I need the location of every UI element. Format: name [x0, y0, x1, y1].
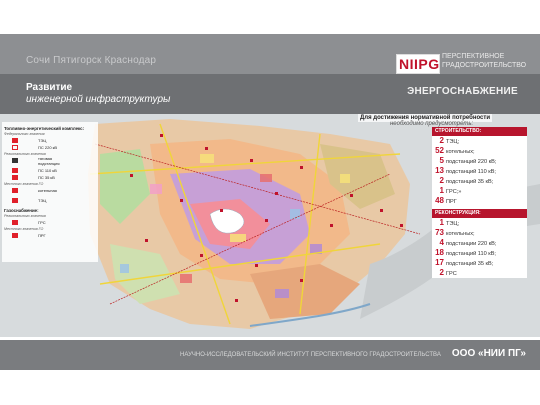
legend-prg-icon: [12, 233, 18, 238]
stats-panel: СТРОИТЕЛЬСТВО: 2 ТЭЦ; 52 котельных; 5 подст…: [432, 127, 527, 278]
count: 48: [435, 196, 444, 205]
legend-traction-icon: [12, 158, 18, 163]
item-label: ТЭЦ;: [446, 139, 460, 145]
list-item: 13 подстанций 110 кВ;: [432, 166, 527, 176]
legend-heading-gas: Газоснабжение:: [4, 208, 39, 213]
legend-ps110-icon: [12, 168, 18, 173]
legend-item-label: ТЭЦ: [38, 198, 47, 203]
list-item: 18 подстанций 110 кВ;: [432, 248, 527, 258]
slide: Сочи Пятигорск Краснодар NIIPG ПЕРСПЕКТИ…: [0, 0, 540, 405]
list-item: 2 ГРС: [432, 268, 527, 278]
logo-title: ПЕРСПЕКТИВНОЕ ГРАДОСТРОИТЕЛЬСТВО: [442, 52, 526, 70]
item-label: ГРС;»: [446, 189, 462, 195]
logo-mark: NIIPG: [399, 56, 440, 72]
logo-line-2: ГРАДОСТРОИТЕЛЬСТВО: [442, 62, 527, 69]
count: 2: [439, 176, 444, 185]
title-line-1: Развитие: [26, 82, 73, 93]
logo-line-1: ПЕРСПЕКТИВНОЕ: [442, 53, 505, 60]
count: 2: [439, 136, 444, 145]
legend-item-label: тяговая подстанция: [38, 156, 60, 166]
legend-item-label: ПРГ: [38, 233, 46, 238]
item-label: ТЭЦ;: [446, 221, 460, 227]
legend-tec-local-icon: [12, 198, 18, 203]
legend-ps220-icon: [12, 145, 18, 150]
item-label: ГРС: [446, 271, 457, 277]
count: 73: [435, 228, 444, 237]
breadcrumb: Сочи Пятигорск Краснодар: [26, 55, 157, 66]
count: 17: [435, 258, 444, 267]
section-label: ЭНЕРГОСНАБЖЕНИЕ: [407, 86, 518, 97]
construction-heading: СТРОИТЕЛЬСТВО:: [432, 127, 527, 136]
list-item: 2 ТЭЦ;: [432, 136, 527, 146]
legend-item-label: ПС 110 кВ: [38, 168, 57, 173]
count: 4: [439, 238, 444, 247]
item-label: котельных;: [446, 149, 475, 155]
item-label: ПРГ: [446, 199, 457, 205]
legend-local-gas: Местного значения ГО: [4, 227, 44, 231]
list-item: 17 подстанций 35 кВ;: [432, 258, 527, 268]
list-item: 2 подстанций 35 кВ;: [432, 176, 527, 186]
legend-item-label: ГРС: [38, 220, 46, 225]
company-logo: NIIPG: [396, 54, 440, 74]
footer-institute: НАУЧНО-ИССЛЕДОВАТЕЛЬСКИЙ ИНСТИТУТ ПЕРСПЕ…: [180, 352, 441, 358]
list-item: 4 подстанции 220 кВ;: [432, 238, 527, 248]
list-item: 5 подстанций 220 кВ;: [432, 156, 527, 166]
legend-boiler-icon: [12, 188, 18, 193]
legend-ps35-icon: [12, 175, 18, 180]
legend-tec-icon: [12, 138, 18, 143]
item-label: подстанций 220 кВ;: [446, 159, 497, 165]
legend-item-label: ТЭЦ: [38, 138, 47, 143]
legend-item-label: котельная: [38, 188, 57, 193]
title-line-2: инженерной инфраструктуры: [26, 94, 171, 105]
item-label: подстанций 35 кВ;: [446, 261, 494, 267]
item-label: подстанций 110 кВ;: [446, 251, 496, 257]
count: 18: [435, 248, 444, 257]
legend-heading-energy: Топливно-энергетический комплекс:: [4, 126, 85, 131]
legend-federal: Федерального значения: [4, 132, 45, 136]
count: 2: [439, 268, 444, 277]
count: 1: [439, 218, 444, 227]
legend-local: Местного значения ГО: [4, 182, 44, 186]
legend-grs-icon: [12, 220, 18, 225]
reconstruction-heading: РЕКОНСТРУКЦИЯ:: [432, 209, 527, 218]
list-item: 48 ПРГ: [432, 196, 527, 206]
count: 52: [435, 146, 444, 155]
item-label: подстанции 220 кВ;: [446, 241, 497, 247]
page-title: Развитие инженерной инфраструктуры: [26, 82, 170, 106]
item-label: подстанций 110 кВ;: [446, 169, 496, 175]
list-item: 1 ТЭЦ;: [432, 218, 527, 228]
item-label: котельных;: [446, 231, 475, 237]
count: 5: [439, 156, 444, 165]
count: 1: [439, 186, 444, 195]
count: 13: [435, 166, 444, 175]
list-item: 52 котельных;: [432, 146, 527, 156]
list-item: 73 котельных;: [432, 228, 527, 238]
legend-regional-gas: Регионального значения: [4, 214, 46, 218]
legend-item-label: ПС 220 кВ: [38, 145, 58, 150]
list-item: 1 ГРС;»: [432, 186, 527, 196]
item-label: подстанций 35 кВ;: [446, 179, 494, 185]
footer-org: ООО «НИИ ПГ»: [451, 348, 526, 359]
map-legend: Топливно-энергетический комплекс: Федера…: [2, 122, 98, 262]
legend-item-label: ПС 35 кВ: [38, 175, 55, 180]
